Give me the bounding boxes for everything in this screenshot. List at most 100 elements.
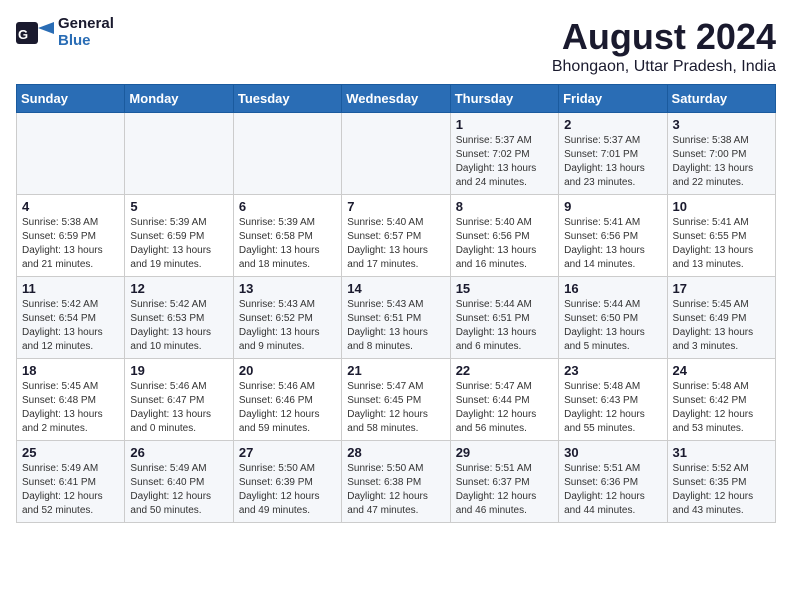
day-number: 30 [564, 445, 661, 460]
calendar-cell: 7 Sunrise: 5:40 AM Sunset: 6:57 PM Daylig… [342, 195, 450, 277]
day-info: Sunrise: 5:52 AM Sunset: 6:35 PM Dayligh… [673, 462, 770, 518]
day-info: Sunrise: 5:50 AM Sunset: 6:38 PM Dayligh… [347, 462, 444, 518]
calendar-cell: 6 Sunrise: 5:39 AM Sunset: 6:58 PM Daylig… [233, 195, 341, 277]
day-number: 1 [456, 117, 553, 132]
day-number: 12 [130, 281, 227, 296]
calendar-cell: 26Sunrise: 5:49 AM Sunset: 6:40 PM Dayli… [125, 441, 233, 523]
weekday-header-wednesday: Wednesday [342, 85, 450, 113]
header: G General Blue August 2024 Bhongaon, Utt… [16, 16, 776, 76]
calendar-cell: 14 Sunrise: 5:43 AM Sunset: 6:51 PM Dayli… [342, 277, 450, 359]
calendar-cell: 10 Sunrise: 5:41 AM Sunset: 6:55 PM Dayli… [667, 195, 775, 277]
day-number: 6 [239, 199, 336, 214]
day-info: Sunrise: 5:45 AM Sunset: 6:49 PM Dayligh… [673, 298, 770, 354]
weekday-header-row: SundayMondayTuesdayWednesdayThursdayFrid… [17, 85, 776, 113]
day-number: 5 [130, 199, 227, 214]
day-info: Sunrise: 5:44 AM Sunset: 6:51 PM Dayligh… [456, 298, 553, 354]
day-info: Sunrise: 5:39 AM Sunset: 6:59 PM Dayligh… [130, 216, 227, 272]
day-number: 17 [673, 281, 770, 296]
calendar-cell: 22Sunrise: 5:47 AM Sunset: 6:44 PM Dayli… [450, 359, 558, 441]
day-info: Sunrise: 5:37 AM Sunset: 7:02 PM Dayligh… [456, 134, 553, 190]
day-number: 21 [347, 363, 444, 378]
calendar-cell: 8Sunrise: 5:40 AM Sunset: 6:56 PM Daylig… [450, 195, 558, 277]
day-number: 18 [22, 363, 119, 378]
calendar-cell: 5 Sunrise: 5:39 AM Sunset: 6:59 PM Daylig… [125, 195, 233, 277]
day-number: 4 [22, 199, 119, 214]
calendar-cell: 23 Sunrise: 5:48 AM Sunset: 6:43 PM Dayli… [559, 359, 667, 441]
weekday-header-friday: Friday [559, 85, 667, 113]
day-info: Sunrise: 5:45 AM Sunset: 6:48 PM Dayligh… [22, 380, 119, 436]
day-info: Sunrise: 5:39 AM Sunset: 6:58 PM Dayligh… [239, 216, 336, 272]
calendar-cell: 3 Sunrise: 5:38 AM Sunset: 7:00 PM Daylig… [667, 113, 775, 195]
calendar-week-4: 18 Sunrise: 5:45 AM Sunset: 6:48 PM Dayli… [17, 359, 776, 441]
day-number: 11 [22, 281, 119, 296]
day-info: Sunrise: 5:38 AM Sunset: 7:00 PM Dayligh… [673, 134, 770, 190]
day-info: Sunrise: 5:50 AM Sunset: 6:39 PM Dayligh… [239, 462, 336, 518]
day-info: Sunrise: 5:51 AM Sunset: 6:37 PM Dayligh… [456, 462, 553, 518]
calendar-week-3: 11 Sunrise: 5:42 AM Sunset: 6:54 PM Dayli… [17, 277, 776, 359]
day-info: Sunrise: 5:46 AM Sunset: 6:47 PM Dayligh… [130, 380, 227, 436]
weekday-header-sunday: Sunday [17, 85, 125, 113]
weekday-header-tuesday: Tuesday [233, 85, 341, 113]
day-info: Sunrise: 5:37 AM Sunset: 7:01 PM Dayligh… [564, 134, 661, 190]
calendar-cell [17, 113, 125, 195]
day-info: Sunrise: 5:42 AM Sunset: 6:54 PM Dayligh… [22, 298, 119, 354]
day-number: 19 [130, 363, 227, 378]
day-number: 10 [673, 199, 770, 214]
day-number: 7 [347, 199, 444, 214]
day-number: 27 [239, 445, 336, 460]
calendar-cell: 19 Sunrise: 5:46 AM Sunset: 6:47 PM Dayli… [125, 359, 233, 441]
calendar-cell: 13Sunrise: 5:43 AM Sunset: 6:52 PM Dayli… [233, 277, 341, 359]
calendar-cell: 24Sunrise: 5:48 AM Sunset: 6:42 PM Dayli… [667, 359, 775, 441]
day-number: 20 [239, 363, 336, 378]
weekday-header-saturday: Saturday [667, 85, 775, 113]
day-number: 16 [564, 281, 661, 296]
day-number: 14 [347, 281, 444, 296]
calendar-cell: 11 Sunrise: 5:42 AM Sunset: 6:54 PM Dayli… [17, 277, 125, 359]
day-number: 2 [564, 117, 661, 132]
day-number: 3 [673, 117, 770, 132]
month-title: August 2024 [552, 16, 776, 58]
day-number: 8 [456, 199, 553, 214]
calendar-cell: 2 Sunrise: 5:37 AM Sunset: 7:01 PM Daylig… [559, 113, 667, 195]
calendar-week-5: 25 Sunrise: 5:49 AM Sunset: 6:41 PM Dayli… [17, 441, 776, 523]
logo-general: General [58, 16, 114, 33]
calendar-cell: 31 Sunrise: 5:52 AM Sunset: 6:35 PM Dayli… [667, 441, 775, 523]
calendar-cell: 12 Sunrise: 5:42 AM Sunset: 6:53 PM Dayli… [125, 277, 233, 359]
day-number: 29 [456, 445, 553, 460]
calendar-cell: 16Sunrise: 5:44 AM Sunset: 6:50 PM Dayli… [559, 277, 667, 359]
day-info: Sunrise: 5:49 AM Sunset: 6:41 PM Dayligh… [22, 462, 119, 518]
day-info: Sunrise: 5:48 AM Sunset: 6:43 PM Dayligh… [564, 380, 661, 436]
calendar-cell: 9Sunrise: 5:41 AM Sunset: 6:56 PM Daylig… [559, 195, 667, 277]
day-info: Sunrise: 5:51 AM Sunset: 6:36 PM Dayligh… [564, 462, 661, 518]
logo-icon: G [16, 18, 54, 48]
calendar-cell: 30 Sunrise: 5:51 AM Sunset: 6:36 PM Dayli… [559, 441, 667, 523]
weekday-header-monday: Monday [125, 85, 233, 113]
svg-text:G: G [18, 27, 28, 42]
day-info: Sunrise: 5:42 AM Sunset: 6:53 PM Dayligh… [130, 298, 227, 354]
day-info: Sunrise: 5:43 AM Sunset: 6:51 PM Dayligh… [347, 298, 444, 354]
calendar-table: SundayMondayTuesdayWednesdayThursdayFrid… [16, 84, 776, 523]
calendar-cell: 27 Sunrise: 5:50 AM Sunset: 6:39 PM Dayli… [233, 441, 341, 523]
day-number: 13 [239, 281, 336, 296]
day-number: 25 [22, 445, 119, 460]
calendar-cell: 15 Sunrise: 5:44 AM Sunset: 6:51 PM Dayli… [450, 277, 558, 359]
day-info: Sunrise: 5:41 AM Sunset: 6:55 PM Dayligh… [673, 216, 770, 272]
day-info: Sunrise: 5:49 AM Sunset: 6:40 PM Dayligh… [130, 462, 227, 518]
calendar-cell [125, 113, 233, 195]
day-number: 22 [456, 363, 553, 378]
logo: G General Blue [16, 16, 114, 49]
calendar-cell: 18 Sunrise: 5:45 AM Sunset: 6:48 PM Dayli… [17, 359, 125, 441]
logo-blue: Blue [58, 33, 114, 50]
weekday-header-thursday: Thursday [450, 85, 558, 113]
day-number: 23 [564, 363, 661, 378]
calendar-cell: 1 Sunrise: 5:37 AM Sunset: 7:02 PM Daylig… [450, 113, 558, 195]
day-info: Sunrise: 5:48 AM Sunset: 6:42 PM Dayligh… [673, 380, 770, 436]
day-number: 28 [347, 445, 444, 460]
calendar-week-1: 1 Sunrise: 5:37 AM Sunset: 7:02 PM Daylig… [17, 113, 776, 195]
day-info: Sunrise: 5:40 AM Sunset: 6:57 PM Dayligh… [347, 216, 444, 272]
calendar-cell: 29 Sunrise: 5:51 AM Sunset: 6:37 PM Dayli… [450, 441, 558, 523]
day-number: 31 [673, 445, 770, 460]
day-info: Sunrise: 5:38 AM Sunset: 6:59 PM Dayligh… [22, 216, 119, 272]
calendar-cell: 20Sunrise: 5:46 AM Sunset: 6:46 PM Dayli… [233, 359, 341, 441]
day-number: 15 [456, 281, 553, 296]
